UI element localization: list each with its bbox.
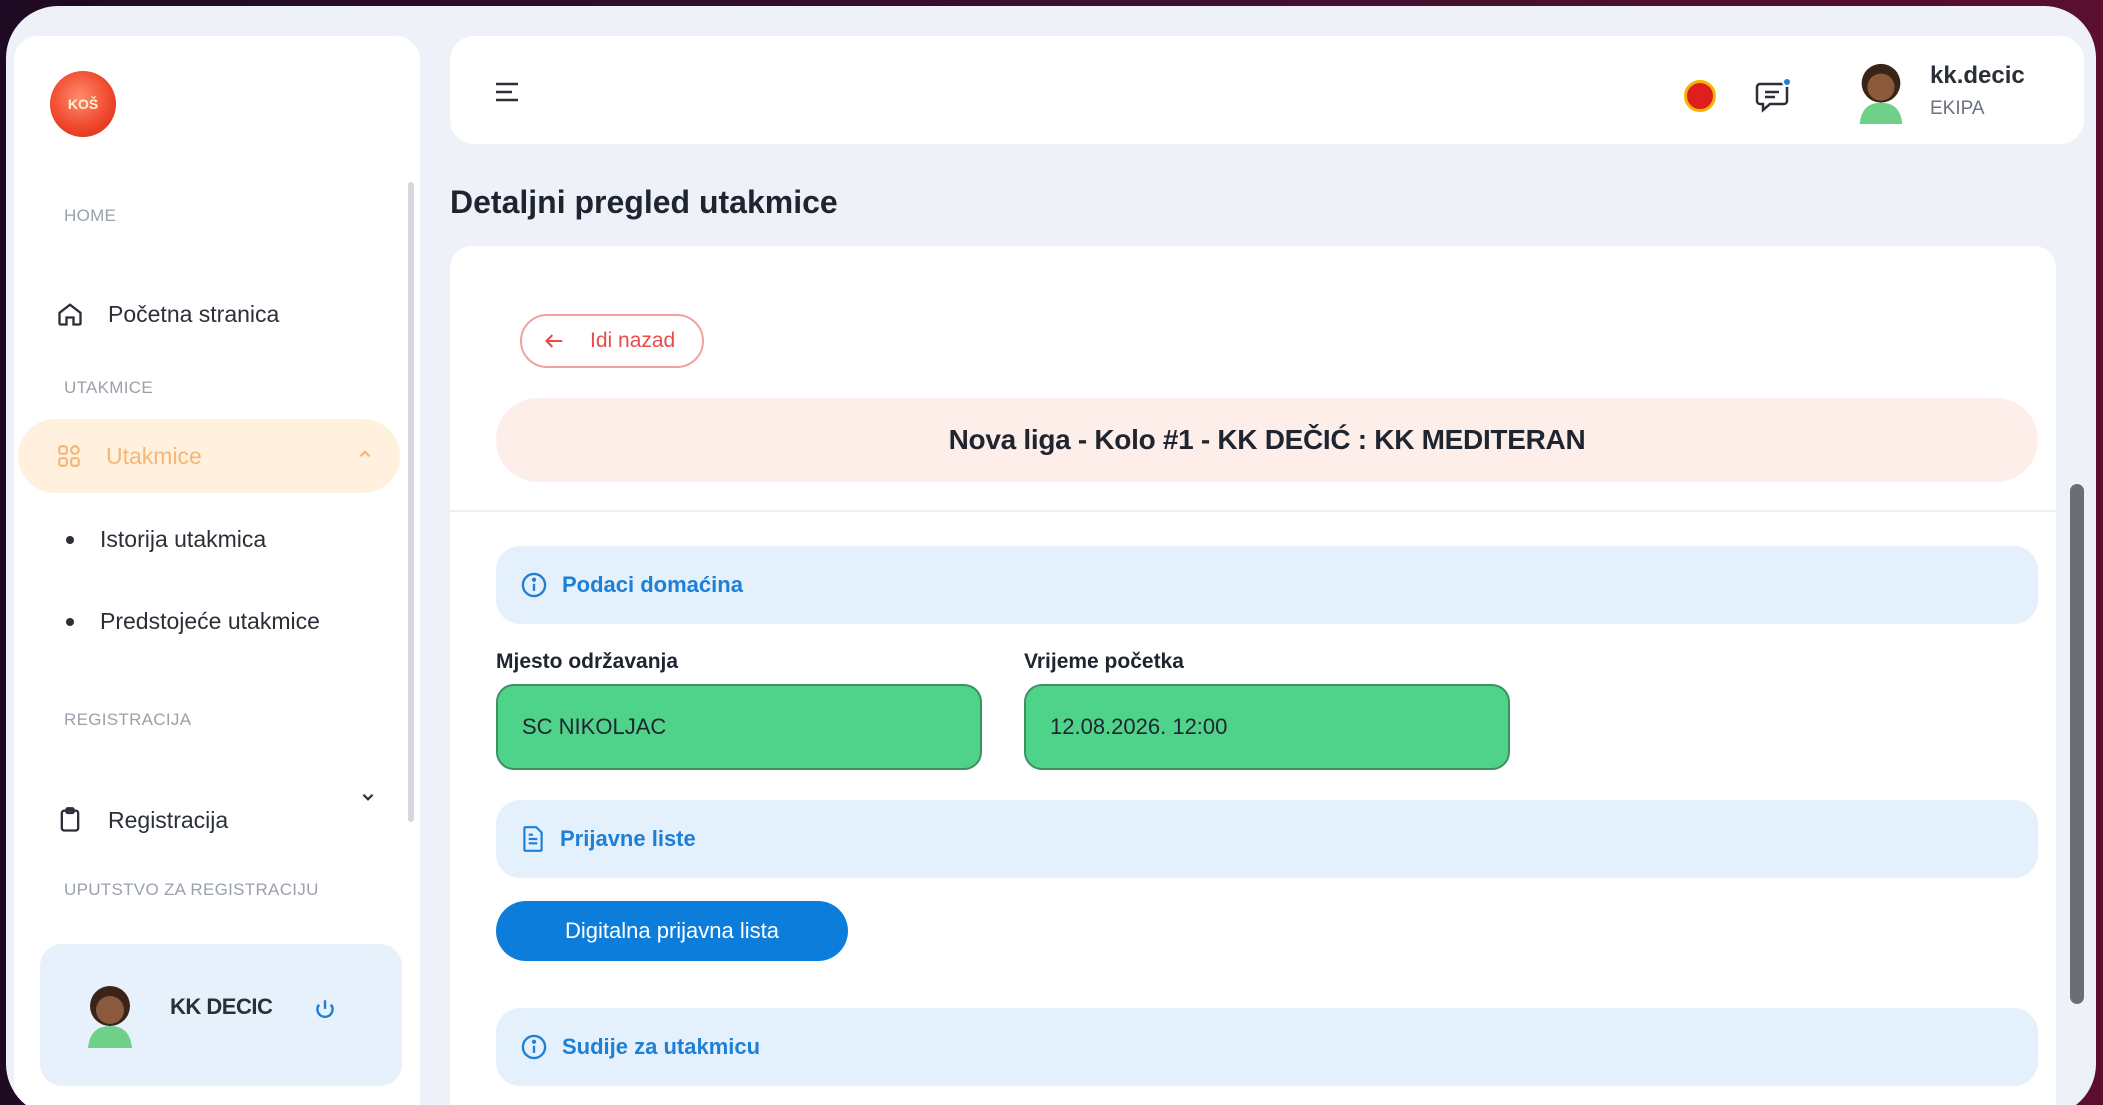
grid-icon bbox=[58, 445, 80, 467]
back-button[interactable]: Idi nazad bbox=[520, 314, 704, 368]
venue-value: SC NIKOLJAC bbox=[522, 714, 667, 739]
top-header: kk.decic EKIPA bbox=[450, 36, 2084, 144]
home-icon bbox=[58, 303, 82, 326]
sidebar-item-home[interactable]: Početna stranica bbox=[56, 300, 279, 328]
header-username: kk.decic bbox=[1930, 62, 2025, 89]
section-registration-lists-label: Prijavne liste bbox=[560, 826, 696, 851]
header-user-info[interactable]: kk.decic EKIPA bbox=[1930, 62, 2025, 120]
logo-text: KOŠ bbox=[67, 96, 99, 112]
page-title: Detaljni pregled utakmice bbox=[450, 184, 838, 220]
section-host-data-label: Podaci domaćina bbox=[562, 572, 743, 597]
clipboard-icon bbox=[60, 807, 80, 832]
chat-icon[interactable] bbox=[1754, 76, 1794, 116]
sidebar-item-matches-label: Utakmice bbox=[106, 442, 202, 469]
section-label-matches: UTAKMICE bbox=[64, 378, 153, 397]
power-icon[interactable] bbox=[312, 997, 338, 1023]
info-icon bbox=[521, 572, 547, 598]
back-button-label: Idi nazad bbox=[590, 329, 676, 352]
bullet-dot bbox=[66, 617, 74, 626]
section-referees[interactable]: Sudije za utakmicu bbox=[496, 1008, 2038, 1086]
section-referees-label: Sudije za utakmicu bbox=[562, 1034, 761, 1059]
main-scrollbar[interactable] bbox=[2070, 484, 2084, 1004]
avatar bbox=[88, 986, 132, 1048]
section-registration-lists[interactable]: Prijavne liste bbox=[496, 800, 2038, 878]
start-time-value: 12.08.2026. 12:00 bbox=[1050, 714, 1228, 739]
hamburger-icon[interactable] bbox=[494, 81, 520, 103]
language-flag-icon[interactable] bbox=[1684, 80, 1716, 112]
section-host-data[interactable]: Podaci domaćina bbox=[496, 546, 2038, 624]
section-label-home: HOME bbox=[64, 206, 117, 225]
sidebar-item-registration[interactable]: Registracija bbox=[56, 806, 228, 834]
header-user-role: EKIPA bbox=[1930, 98, 1985, 119]
bullet-dot bbox=[66, 535, 74, 544]
chevron-up-icon[interactable] bbox=[356, 445, 374, 463]
sidebar-item-matches[interactable]: Utakmice bbox=[18, 419, 400, 493]
match-title: Nova liga - Kolo #1 - KK DEČIĆ : KK MEDI… bbox=[948, 424, 1586, 455]
digital-registration-list-button[interactable]: Digitalna prijavna lista bbox=[496, 901, 848, 961]
digital-registration-list-label: Digitalna prijavna lista bbox=[565, 918, 779, 943]
sidebar-subitem-upcoming[interactable]: Predstojeće utakmice bbox=[66, 608, 320, 635]
sidebar-item-registration-label: Registracija bbox=[108, 806, 229, 833]
sidebar-item-home-label: Početna stranica bbox=[108, 300, 280, 327]
section-label-registration: REGISTRACIJA bbox=[64, 710, 192, 729]
document-icon bbox=[523, 826, 543, 852]
app-logo[interactable]: KOŠ bbox=[50, 71, 116, 137]
venue-field[interactable]: SC NIKOLJAC bbox=[496, 684, 982, 770]
section-label-guide[interactable]: UPUTSTVO ZA REGISTRACIJU bbox=[64, 880, 319, 900]
info-icon bbox=[521, 1034, 547, 1060]
arrow-left-icon bbox=[545, 334, 563, 348]
header-avatar[interactable] bbox=[1850, 58, 1912, 124]
app-window: KOŠ HOME Početna stranica UTAKMICE Utakm… bbox=[6, 6, 2096, 1105]
venue-label: Mjesto održavanja bbox=[496, 650, 679, 673]
match-detail-card: Idi nazad Nova liga - Kolo #1 - KK DEČIĆ… bbox=[450, 246, 2056, 1105]
sidebar-subitem-history-label: Istorija utakmica bbox=[100, 526, 267, 552]
chevron-down-icon[interactable] bbox=[359, 788, 377, 806]
sidebar-subitem-history[interactable]: Istorija utakmica bbox=[66, 526, 266, 553]
sidebar-scrollbar[interactable] bbox=[408, 182, 414, 822]
sidebar-subitem-upcoming-label: Predstojeće utakmice bbox=[100, 608, 320, 634]
divider bbox=[450, 510, 2056, 512]
sidebar-user-name: KK DECIC bbox=[170, 994, 273, 1019]
start-time-label: Vrijeme početka bbox=[1024, 650, 1184, 673]
sidebar-user-card: KK DECIC bbox=[40, 944, 402, 1086]
sidebar: KOŠ HOME Početna stranica UTAKMICE Utakm… bbox=[14, 36, 420, 1105]
start-time-field[interactable]: 12.08.2026. 12:00 bbox=[1024, 684, 1510, 770]
match-title-banner: Nova liga - Kolo #1 - KK DEČIĆ : KK MEDI… bbox=[496, 398, 2038, 482]
